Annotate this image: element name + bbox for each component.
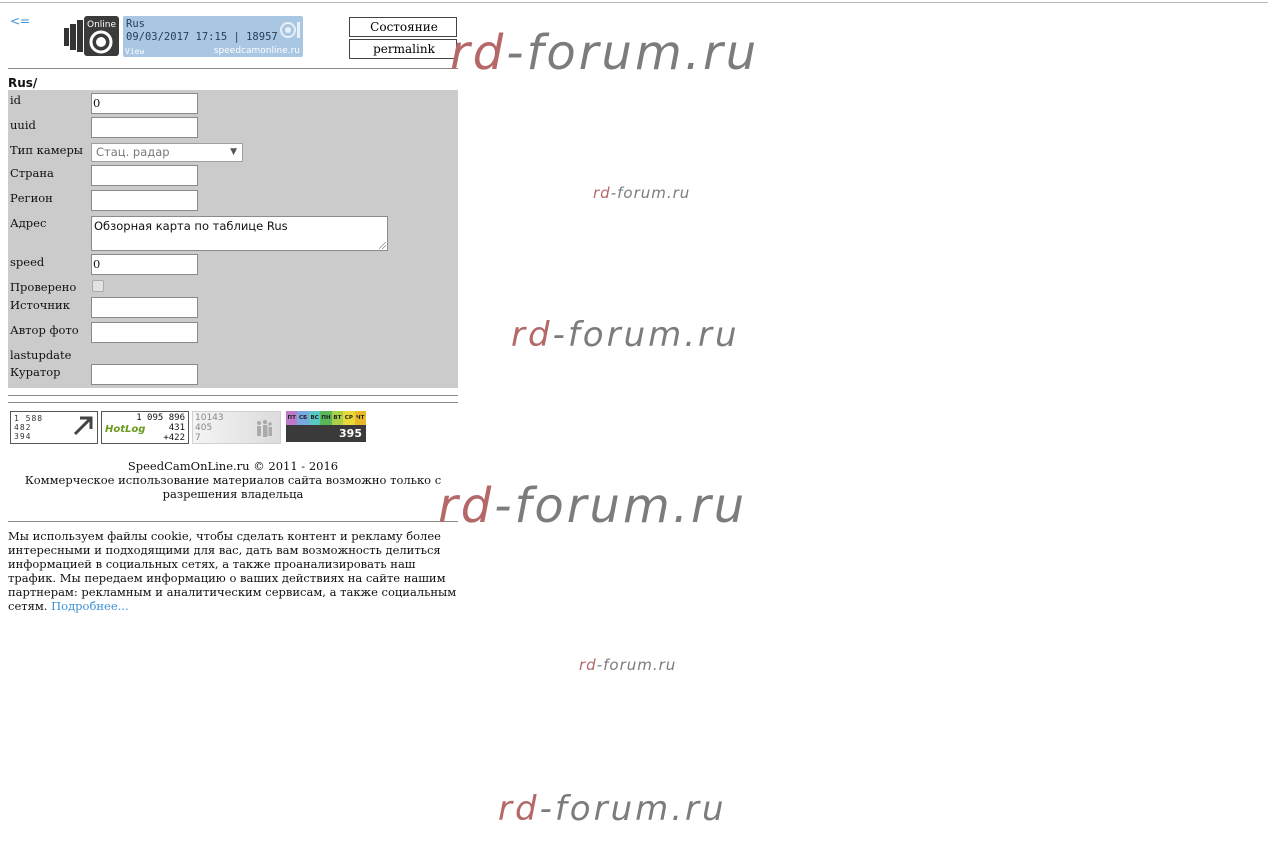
hotlog-counter[interactable]: HotLog 1 095 896 431 +422	[101, 411, 189, 444]
camera-type-select[interactable]: Стац. радар ▼	[91, 143, 243, 162]
address-textarea[interactable]: Обзорная карта по таблице Rus	[91, 216, 388, 251]
country-input[interactable]	[91, 165, 198, 186]
region-label: Регион	[10, 191, 53, 205]
source-input[interactable]	[91, 297, 198, 318]
speed-input[interactable]: 0	[91, 254, 198, 275]
cookie-more-link[interactable]: Подробнее...	[51, 599, 129, 613]
weekly-counter[interactable]: ПТ СБ ВС ПН ВТ СР ЧТ 395	[286, 411, 366, 442]
curator-input[interactable]	[91, 364, 198, 385]
camera-type-label: Тип камеры	[10, 143, 83, 157]
cookie-notice: Мы используем файлы cookie, чтобы сделат…	[8, 529, 463, 613]
id-label: id	[10, 93, 22, 107]
counter-2-values: 1 095 896 431 +422	[136, 413, 185, 443]
map-info-panel[interactable]: Rus 09/03/2017 17:15 | 18957 View speedc…	[123, 16, 303, 57]
info-date-count: 09/03/2017 17:15 | 18957	[126, 31, 278, 43]
uuid-input[interactable]	[91, 117, 198, 138]
address-value: Обзорная карта по таблице Rus	[94, 219, 288, 233]
verified-checkbox[interactable]	[92, 280, 104, 292]
copyright: SpeedCamOnLine.ru © 2011 - 2016	[127, 459, 339, 473]
uuid-label: uuid	[10, 118, 36, 132]
speedcam-logo: Online	[63, 16, 119, 56]
photo-author-label: Автор фото	[10, 323, 79, 337]
watermark-3: rd-forum.ru	[511, 315, 740, 355]
lastupdate-label: lastupdate	[10, 348, 72, 362]
chevron-down-icon: ▼	[230, 147, 237, 157]
counter-1-values: 1 588 482 394	[14, 414, 44, 441]
watermark-1: rd-forum.ru	[450, 25, 760, 81]
counter-3-values: 10143 405 7	[195, 413, 224, 443]
top-divider	[0, 2, 1268, 3]
id-input[interactable]: 0	[91, 93, 198, 114]
camera-type-value: Стац. радар	[96, 145, 170, 159]
footer-divider	[8, 521, 458, 522]
verified-label: Проверено	[10, 280, 77, 294]
resize-grip-icon[interactable]	[379, 242, 386, 249]
logo-online-text: Online	[87, 20, 116, 30]
source-label: Источник	[10, 298, 70, 312]
camera-form: id 0 uuid Тип камеры Стац. радар ▼ Стран…	[8, 90, 458, 388]
arrow-up-right-icon	[73, 416, 93, 436]
curator-label: Куратор	[10, 365, 61, 379]
back-link[interactable]: <=	[10, 14, 30, 28]
people-icon	[257, 419, 272, 437]
weekly-total: 395	[339, 427, 362, 440]
info-view-link[interactable]: View	[125, 47, 144, 56]
form-divider-2	[8, 402, 458, 403]
weekdays-row: ПТ СБ ВС ПН ВТ СР ЧТ	[286, 411, 366, 425]
map-state-button[interactable]: Состояние карты	[349, 17, 457, 52]
watermark-6: rd-forum.ru	[498, 789, 727, 829]
breadcrumb: Rus/	[8, 76, 38, 90]
region-input[interactable]	[91, 190, 198, 211]
watermark-5: rd-forum.ru	[579, 656, 677, 674]
usage-notice: Коммерческое использование материалов са…	[24, 473, 442, 501]
speed-label: speed	[10, 255, 45, 269]
visitors-counter[interactable]: 10143 405 7	[192, 411, 281, 444]
header-divider	[8, 68, 458, 69]
footer: SpeedCamOnLine.ru © 2011 - 2016 Коммерче…	[8, 459, 458, 501]
permalink-button[interactable]: permalink	[349, 39, 457, 59]
watermark-2: rd-forum.ru	[593, 184, 691, 202]
form-divider-1	[8, 395, 458, 396]
info-site-name: speedcamonline.ru	[213, 46, 300, 56]
liveinternet-counter[interactable]: 1 588 482 394	[10, 411, 98, 444]
watermark-4: rd-forum.ru	[438, 478, 748, 534]
photo-author-input[interactable]	[91, 322, 198, 343]
camera-icon	[280, 22, 300, 38]
info-table-name: Rus	[126, 18, 145, 30]
address-label: Адрес	[10, 216, 47, 230]
country-label: Страна	[10, 166, 54, 180]
